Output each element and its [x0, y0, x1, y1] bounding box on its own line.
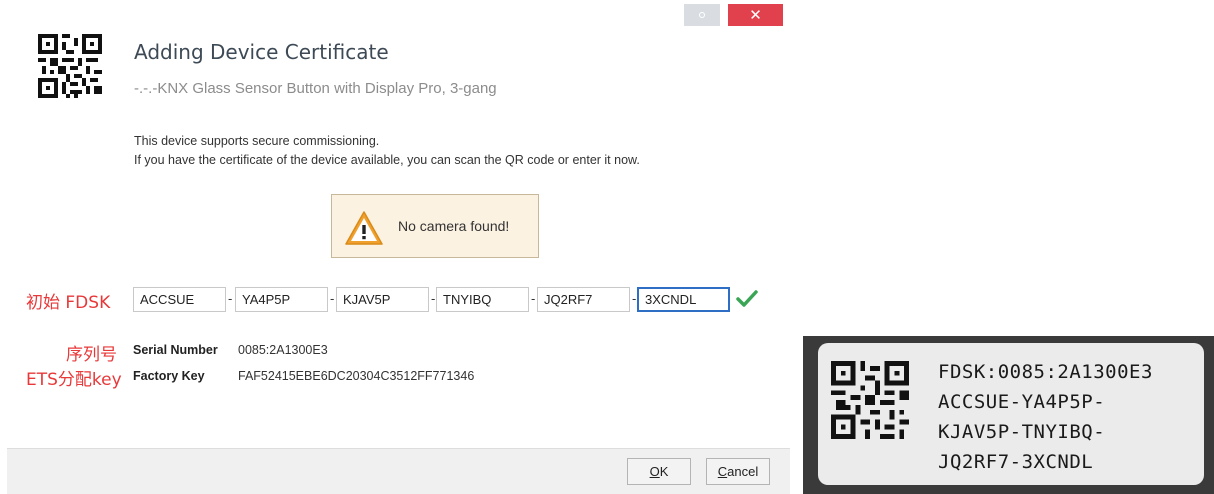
ok-button[interactable]: OK — [627, 458, 691, 485]
circle-icon — [699, 12, 705, 18]
factory-key-label: Factory Key — [133, 369, 205, 383]
camera-warning: No camera found! — [331, 194, 539, 258]
fdsk-field-2[interactable]: YA4P5P — [235, 287, 328, 312]
ok-accelerator: O — [649, 464, 660, 479]
fdsk-separator: - — [330, 291, 335, 306]
fdsk-annotation: 初始 FDSK — [26, 293, 111, 313]
qr-code-icon — [831, 361, 909, 439]
warning-triangle-icon — [345, 211, 383, 245]
fdsk-separator: - — [632, 291, 637, 306]
dialog-title: Adding Device Certificate — [134, 40, 389, 64]
warning-message: No camera found! — [398, 218, 510, 234]
serial-number-label: Serial Number — [133, 343, 218, 357]
factory-key-value: FAF52415EBE6DC20304C3512FF771346 — [238, 369, 475, 383]
ok-label: K — [659, 464, 669, 479]
qr-code-icon — [38, 34, 102, 98]
factory-key-annotation: ETS分配key — [26, 370, 122, 390]
serial-number-value: 0085:2A1300E3 — [238, 343, 328, 357]
device-label-line1: FDSK:0085:2A1300E3 — [938, 361, 1153, 383]
device-label-line2: ACCSUE-YA4P5P- — [938, 391, 1106, 413]
device-name: -.-.-KNX Glass Sensor Button with Displa… — [134, 80, 497, 97]
fdsk-field-6[interactable]: 3XCNDL — [637, 287, 730, 312]
cancel-accelerator: C — [717, 464, 728, 479]
checkmark-icon — [736, 290, 758, 307]
cancel-button[interactable]: Cancel — [706, 458, 770, 485]
certificate-dialog: ✕ Adding Device Certificate -.-.-KNX Gla… — [0, 0, 790, 494]
fdsk-field-1[interactable]: ACCSUE — [133, 287, 226, 312]
fdsk-field-3[interactable]: KJAV5P — [336, 287, 429, 312]
close-button[interactable]: ✕ — [728, 4, 783, 26]
info-text-line2: If you have the certificate of the devic… — [134, 153, 640, 167]
cancel-label: ancel — [727, 464, 759, 479]
fdsk-field-4[interactable]: TNYIBQ — [436, 287, 529, 312]
device-label-line3: KJAV5P-TNYIBQ- — [938, 421, 1106, 443]
info-text-line1: This device supports secure commissionin… — [134, 134, 380, 148]
fdsk-separator: - — [531, 291, 536, 306]
minimize-button[interactable] — [684, 4, 720, 26]
fdsk-field-5[interactable]: JQ2RF7 — [537, 287, 630, 312]
fdsk-separator: - — [431, 291, 436, 306]
fdsk-separator: - — [228, 291, 233, 306]
device-label-line4: JQ2RF7-3XCNDL — [938, 451, 1094, 473]
serial-annotation: 序列号 — [66, 345, 117, 365]
